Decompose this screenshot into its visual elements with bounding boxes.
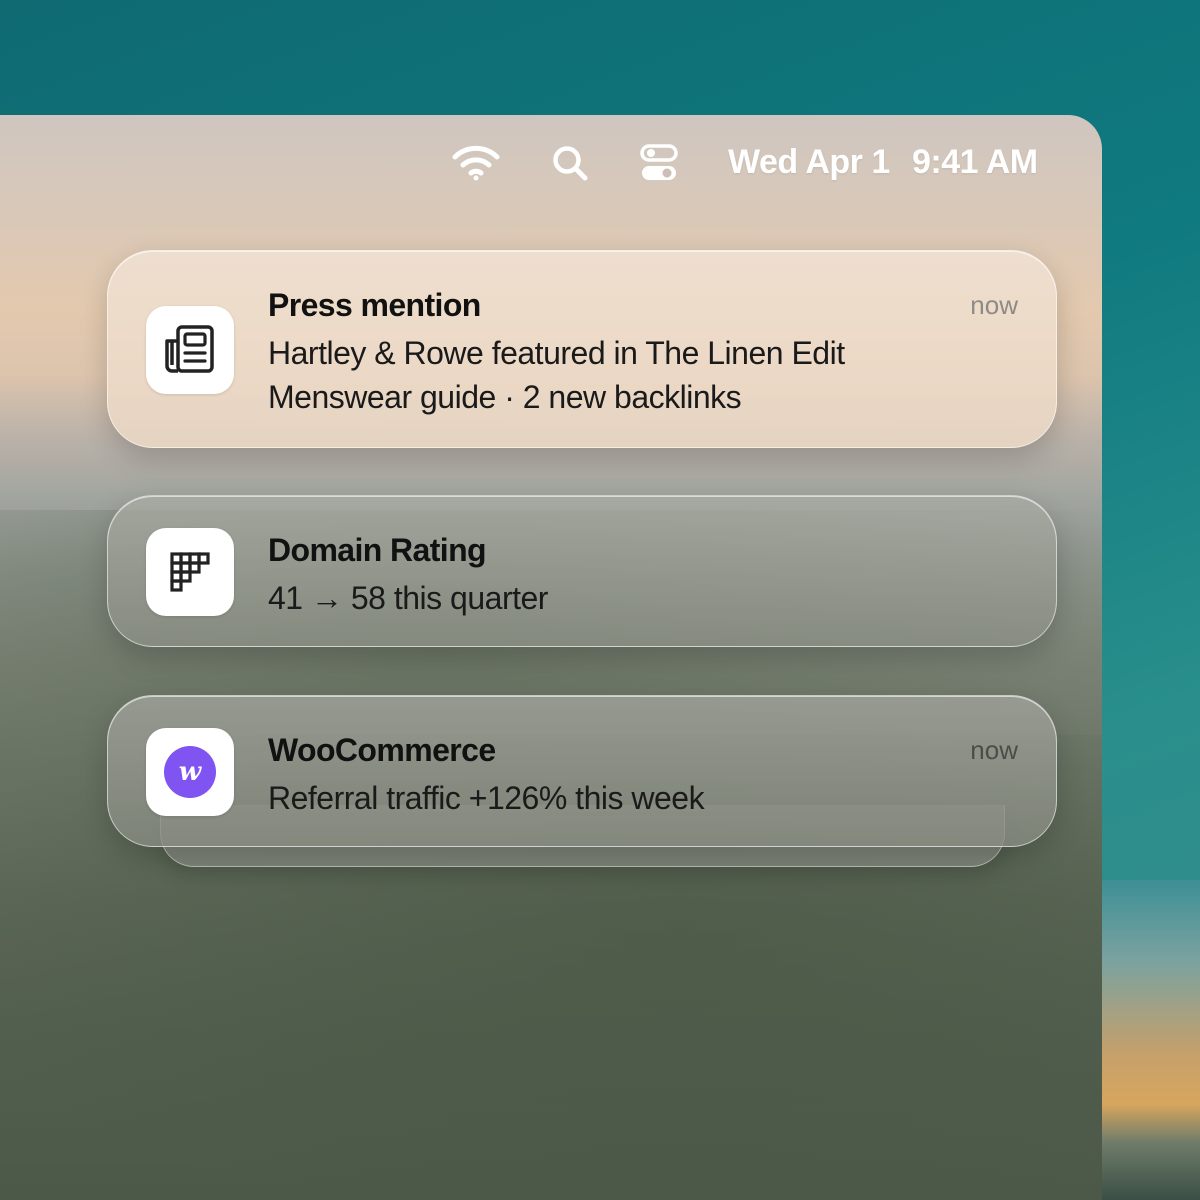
menu-bar-date[interactable]: Wed Apr 1	[728, 143, 890, 182]
grid-chart-icon	[146, 528, 234, 616]
notification-title: Domain Rating	[268, 532, 487, 568]
control-center-icon[interactable]	[640, 144, 678, 181]
webflow-icon: w	[146, 728, 234, 816]
notification-title: WooCommerce	[268, 732, 496, 768]
notification-woocommerce[interactable]: w WooCommerce Referral traffic +126% thi…	[107, 695, 1057, 847]
webflow-badge: w	[164, 746, 216, 798]
desktop-screen: Wed Apr 1 9:41 AM Press mention Hartley …	[0, 115, 1102, 1200]
notification-body: Referral traffic +126% this week	[268, 780, 705, 816]
notification-time: now	[970, 735, 1018, 765]
notification-body: 41 → 58 this quarter	[268, 580, 548, 616]
notification-domain-rating[interactable]: Domain Rating 41 → 58 this quarter	[107, 495, 1057, 647]
wallpaper-sunset-edge	[1102, 880, 1200, 1200]
notification-body-line2: Menswear guide · 2 new backlinks	[268, 379, 742, 415]
notification-press-mention[interactable]: Press mention Hartley & Rowe featured in…	[107, 250, 1057, 448]
notification-body-line1: Hartley & Rowe featured in The Linen Edi…	[268, 335, 845, 371]
notification-time: now	[970, 290, 1018, 320]
search-icon[interactable]	[551, 145, 589, 181]
menu-bar: Wed Apr 1 9:41 AM	[0, 115, 1102, 211]
wifi-icon[interactable]	[452, 145, 500, 181]
newspaper-icon	[146, 306, 234, 394]
menu-bar-time[interactable]: 9:41 AM	[912, 143, 1038, 182]
notification-title: Press mention	[268, 287, 481, 323]
